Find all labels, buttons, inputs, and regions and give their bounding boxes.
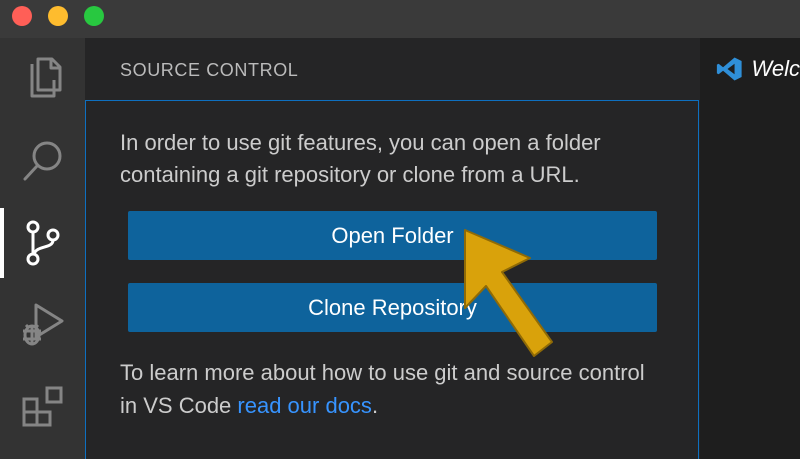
activity-search[interactable] bbox=[0, 120, 85, 202]
clone-repository-button[interactable]: Clone Repository bbox=[128, 283, 657, 332]
tab-label: Welc bbox=[751, 56, 800, 81]
sidebar-title: SOURCE CONTROL bbox=[120, 60, 299, 80]
open-folder-button[interactable]: Open Folder bbox=[128, 211, 657, 260]
learn-more-text: To learn more about how to use git and s… bbox=[120, 356, 660, 422]
intro-text: In order to use git features, you can op… bbox=[120, 130, 601, 187]
tab-welcome[interactable]: Welc bbox=[700, 38, 800, 100]
docs-link[interactable]: read our docs bbox=[237, 393, 372, 418]
source-control-icon bbox=[26, 220, 59, 266]
source-control-sidebar: SOURCE CONTROL In order to use git featu… bbox=[85, 38, 700, 459]
editor-area: Welc bbox=[700, 38, 800, 459]
activity-run-debug[interactable] bbox=[0, 284, 85, 366]
minimize-window-button[interactable] bbox=[48, 6, 68, 26]
run-debug-icon bbox=[22, 303, 63, 346]
vscode-logo-icon bbox=[716, 57, 742, 81]
activity-source-control[interactable] bbox=[0, 202, 85, 284]
activity-bar bbox=[0, 38, 85, 459]
learn-more-suffix: . bbox=[371, 393, 379, 418]
activity-extensions[interactable] bbox=[0, 366, 85, 448]
maximize-window-button[interactable] bbox=[84, 6, 104, 26]
explorer-icon bbox=[30, 57, 61, 98]
learn-more-prefix: To learn more about how to use git and s… bbox=[120, 360, 645, 418]
pointer-arrow-icon bbox=[464, 229, 553, 357]
extensions-icon bbox=[22, 386, 62, 427]
close-window-button[interactable] bbox=[12, 6, 32, 26]
activity-explorer[interactable] bbox=[0, 38, 85, 120]
search-icon bbox=[23, 141, 61, 181]
welcome-view: In order to use git features, you can op… bbox=[85, 100, 699, 459]
title-bar bbox=[0, 0, 800, 38]
